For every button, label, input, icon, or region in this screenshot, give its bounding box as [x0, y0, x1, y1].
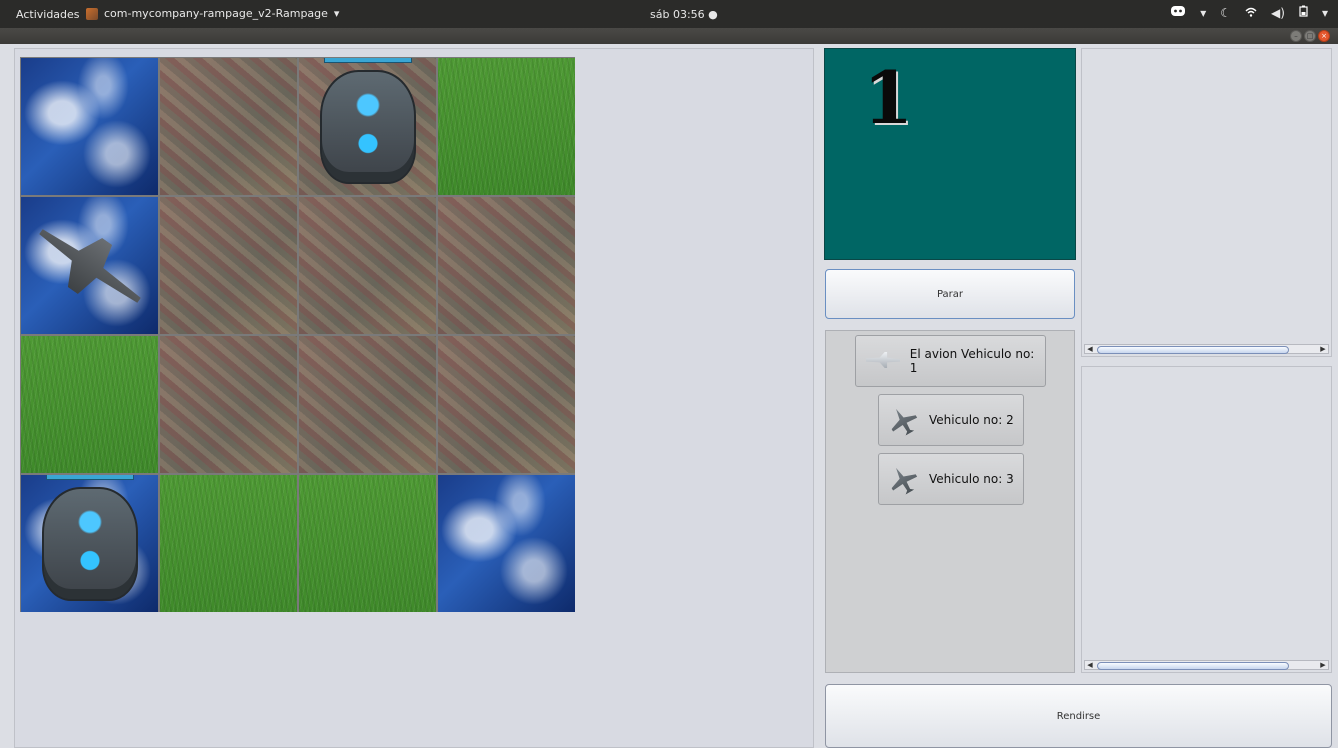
- vehicle-button-3[interactable]: Vehiculo no: 3: [878, 453, 1024, 505]
- app-icon: [86, 7, 98, 20]
- close-icon[interactable]: ×: [1318, 30, 1330, 42]
- turn-display: 1: [824, 48, 1076, 260]
- water-tile[interactable]: [21, 58, 158, 195]
- system-tray[interactable]: ▾ ☾ ◀) ▾: [1170, 5, 1328, 20]
- app-menu-label: com-mycompany-rampage_v2-Rampage: [104, 7, 328, 20]
- night-light-icon: ☾: [1220, 5, 1232, 20]
- minimize-icon[interactable]: –: [1290, 30, 1302, 42]
- mountain-tile[interactable]: [438, 197, 575, 334]
- grass-tile[interactable]: [21, 336, 158, 473]
- grass-tile[interactable]: [160, 475, 297, 612]
- window-title-bar: – □ ×: [0, 28, 1338, 44]
- turn-number: 1: [863, 55, 914, 140]
- grass-tile[interactable]: [438, 58, 575, 195]
- discord-icon[interactable]: [1170, 5, 1186, 20]
- vehicle-label: Vehiculo no: 3: [929, 472, 1014, 486]
- app-menu[interactable]: com-mycompany-rampage_v2-Rampage ▾: [86, 7, 339, 20]
- volume-icon: ◀): [1271, 5, 1285, 20]
- clock[interactable]: sáb 03:56 ●: [650, 8, 718, 21]
- vehicle-button-1[interactable]: El avion Vehiculo no: 1: [855, 335, 1046, 387]
- scrollbar-thumb[interactable]: [1097, 346, 1289, 354]
- tower-unit-icon: [41, 475, 138, 601]
- mountain-tile[interactable]: [160, 197, 297, 334]
- water-tile[interactable]: [21, 197, 158, 334]
- water-tile[interactable]: [21, 475, 158, 612]
- maximize-icon[interactable]: □: [1304, 30, 1316, 42]
- fighter-jet-icon: [885, 403, 921, 437]
- scrollbar-thumb[interactable]: [1097, 662, 1289, 670]
- mountain-tile[interactable]: [160, 336, 297, 473]
- surrender-button[interactable]: Rendirse: [825, 684, 1332, 748]
- chevron-down-icon: ▾: [333, 7, 340, 20]
- scroll-left-icon[interactable]: ◀: [1085, 660, 1095, 670]
- fighter-jet-icon: [30, 236, 150, 296]
- vehicle-label: Vehiculo no: 2: [929, 413, 1014, 427]
- mountain-tile[interactable]: [160, 58, 297, 195]
- system-top-bar: Actividades com-mycompany-rampage_v2-Ram…: [0, 0, 1338, 28]
- wifi-icon: [1245, 6, 1257, 20]
- activities-button[interactable]: Actividades: [16, 8, 80, 21]
- mountain-tile[interactable]: [299, 58, 436, 195]
- system-menu-icon[interactable]: ▾: [1322, 6, 1328, 20]
- health-bar: [45, 475, 134, 480]
- vehicle-list-panel: El avion Vehiculo no: 1 Vehiculo no: 2 V…: [825, 330, 1075, 673]
- health-bar: [323, 58, 412, 63]
- airplane-icon: [862, 346, 902, 376]
- fighter-jet-icon: [885, 462, 921, 496]
- mountain-tile[interactable]: [438, 336, 575, 473]
- vehicle-button-2[interactable]: Vehiculo no: 2: [878, 394, 1024, 446]
- clock-time: sáb 03:56: [650, 8, 705, 21]
- scroll-left-icon[interactable]: ◀: [1085, 344, 1095, 354]
- battery-icon: [1299, 5, 1308, 20]
- stop-button[interactable]: Parar: [825, 269, 1075, 319]
- horizontal-scrollbar[interactable]: ◀ ▶: [1084, 660, 1329, 670]
- horizontal-scrollbar[interactable]: ◀ ▶: [1084, 344, 1329, 354]
- mountain-tile[interactable]: [299, 336, 436, 473]
- grass-tile[interactable]: [299, 475, 436, 612]
- water-tile[interactable]: [438, 475, 575, 612]
- scroll-right-icon[interactable]: ▶: [1318, 344, 1328, 354]
- lower-log-panel: ◀ ▶: [1081, 366, 1332, 673]
- game-board: [20, 57, 575, 612]
- dropdown-icon[interactable]: ▾: [1200, 6, 1206, 20]
- mountain-tile[interactable]: [299, 197, 436, 334]
- scroll-right-icon[interactable]: ▶: [1318, 660, 1328, 670]
- notification-dot-icon: ●: [708, 8, 718, 21]
- vehicle-label: El avion Vehiculo no: 1: [909, 347, 1035, 375]
- tower-unit-icon: [319, 58, 416, 184]
- upper-log-panel: ◀ ▶: [1081, 48, 1332, 357]
